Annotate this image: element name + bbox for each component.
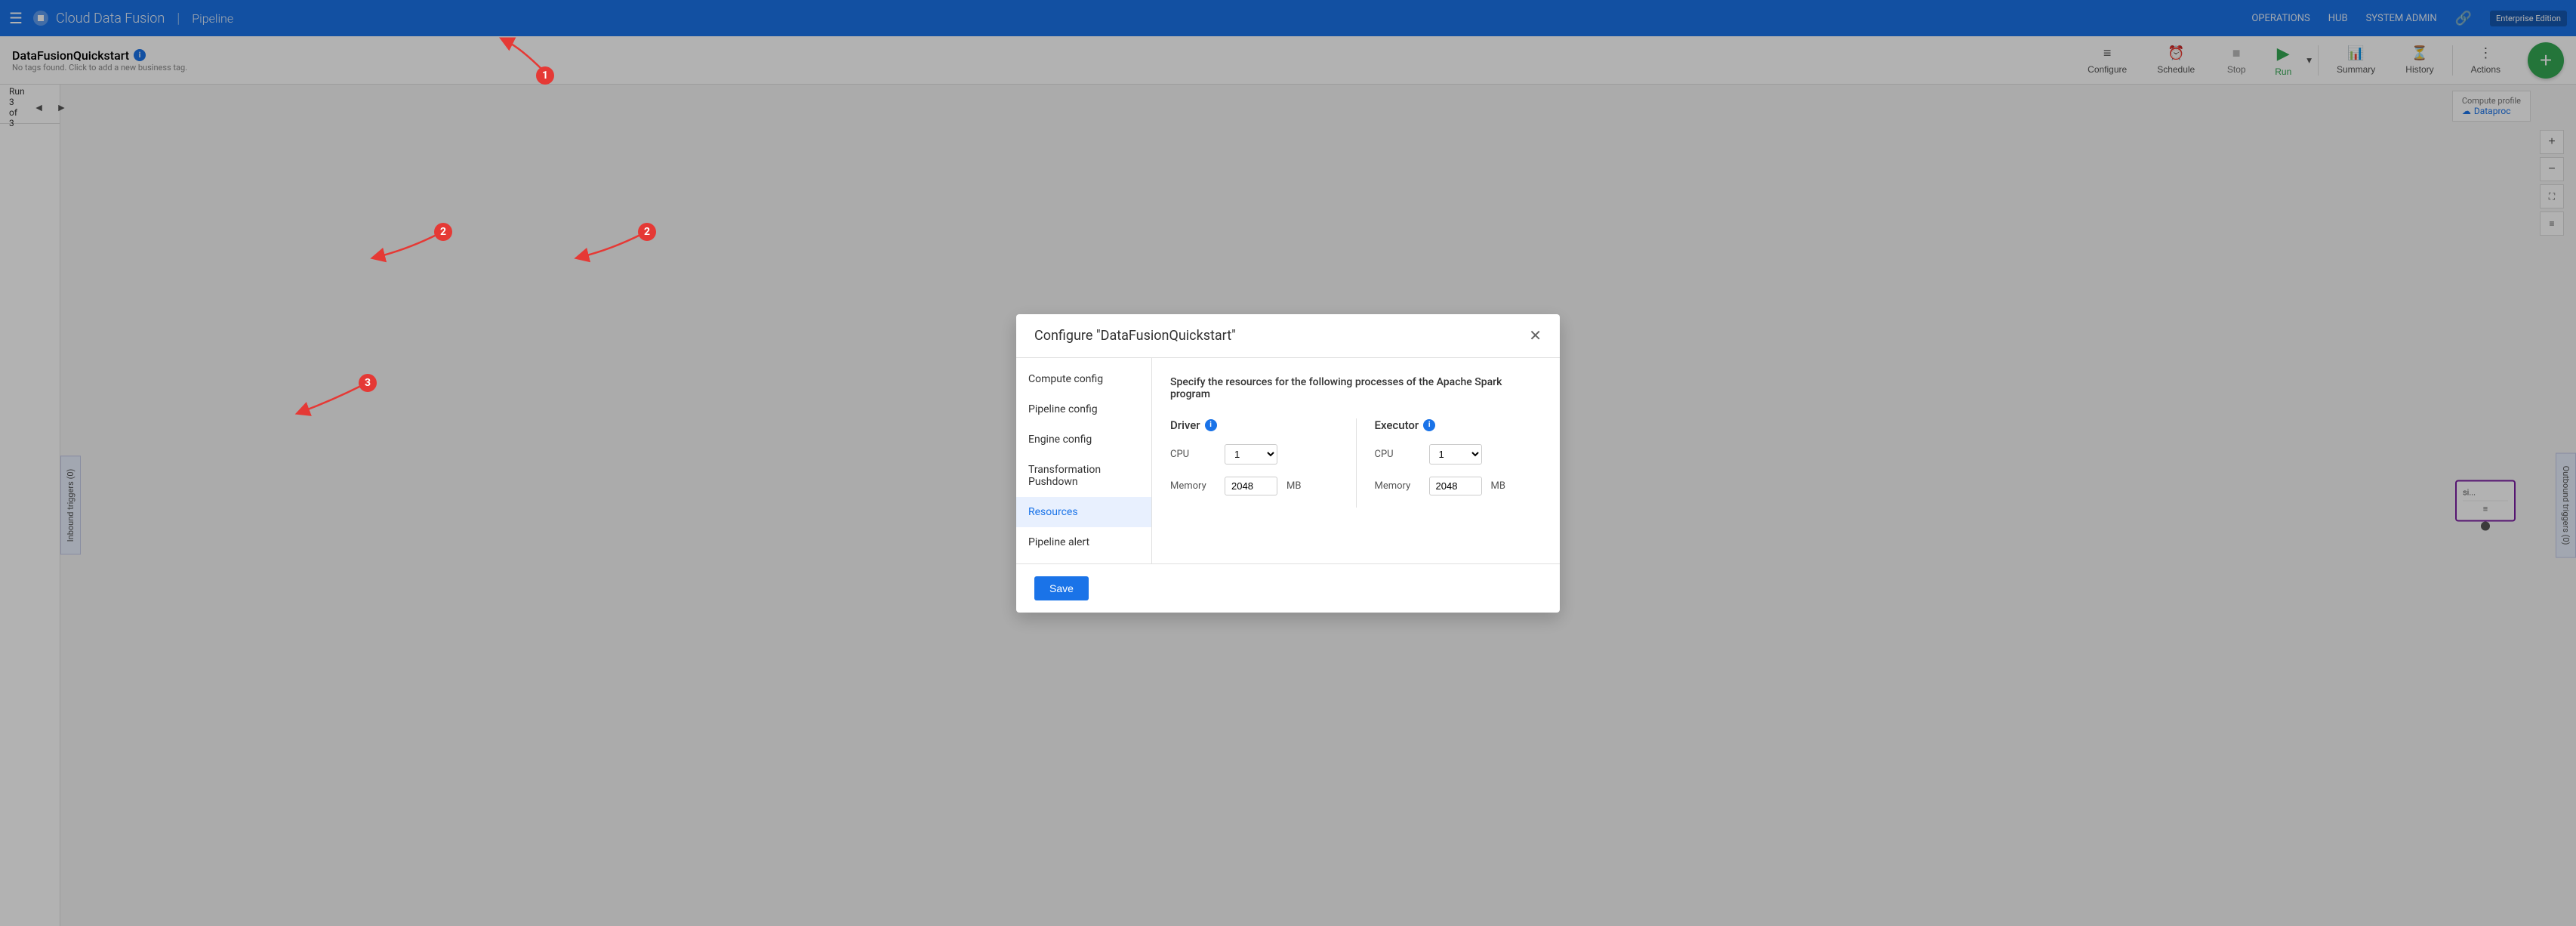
modal-footer: Save [1016, 563, 1560, 613]
annotation-2a: 2 [370, 227, 461, 275]
sidebar-item-pipeline-alert[interactable]: Pipeline alert [1016, 527, 1151, 557]
driver-cpu-select[interactable]: 1 2 4 8 [1225, 444, 1277, 465]
executor-memory-unit: MB [1491, 480, 1505, 492]
sidebar-item-transformation-pushdown[interactable]: Transformation Pushdown [1016, 455, 1151, 497]
modal-close-button[interactable]: ✕ [1529, 326, 1542, 345]
modal-content: Specify the resources for the following … [1152, 358, 1560, 563]
arrow-2a-svg [370, 227, 461, 272]
executor-cpu-label: CPU [1375, 449, 1420, 460]
driver-title: Driver i [1170, 418, 1338, 432]
annotation-2b: 2 [574, 227, 664, 275]
driver-info-icon[interactable]: i [1205, 419, 1217, 431]
driver-memory-unit: MB [1286, 480, 1301, 492]
sidebar-item-pipeline-config[interactable]: Pipeline config [1016, 394, 1151, 424]
executor-section: Executor i CPU 1 2 4 8 [1356, 418, 1542, 508]
driver-section: Driver i CPU 1 2 4 8 [1170, 418, 1356, 508]
save-button[interactable]: Save [1034, 576, 1089, 600]
sidebar-item-compute-config[interactable]: Compute config [1016, 364, 1151, 394]
executor-memory-row: Memory MB [1375, 477, 1542, 495]
arrow-2b-svg [574, 227, 664, 272]
arrow-1-svg [498, 33, 559, 79]
driver-cpu-label: CPU [1170, 449, 1216, 460]
annotation-number-2a: 2 [434, 223, 452, 241]
executor-cpu-row: CPU 1 2 4 8 [1375, 444, 1542, 465]
executor-memory-label: Memory [1375, 480, 1420, 492]
driver-cpu-row: CPU 1 2 4 8 [1170, 444, 1338, 465]
executor-cpu-select[interactable]: 1 2 4 8 [1429, 444, 1482, 465]
sidebar-item-engine-config[interactable]: Engine config [1016, 424, 1151, 455]
modal-header: Configure "DataFusionQuickstart" ✕ [1016, 314, 1560, 358]
arrow-3-svg [294, 378, 385, 423]
sidebar-item-resources[interactable]: Resources [1016, 497, 1151, 527]
resources-description: Specify the resources for the following … [1170, 376, 1542, 400]
configure-modal: Configure "DataFusionQuickstart" ✕ Compu… [1016, 314, 1560, 613]
executor-title: Executor i [1375, 418, 1542, 432]
annotation-number-2b: 2 [638, 223, 656, 241]
modal-body: Compute config Pipeline config Engine co… [1016, 358, 1560, 563]
driver-memory-input[interactable] [1225, 477, 1277, 495]
modal-title: Configure "DataFusionQuickstart" [1034, 328, 1236, 344]
resources-columns: Driver i CPU 1 2 4 8 [1170, 418, 1542, 508]
annotation-3: 3 [294, 378, 385, 426]
modal-sidebar: Compute config Pipeline config Engine co… [1016, 358, 1152, 563]
annotation-1: 1 [498, 33, 559, 82]
executor-memory-input[interactable] [1429, 477, 1482, 495]
driver-memory-label: Memory [1170, 480, 1216, 492]
annotation-number-1: 1 [536, 66, 554, 85]
driver-memory-row: Memory MB [1170, 477, 1338, 495]
modal-overlay[interactable]: Configure "DataFusionQuickstart" ✕ Compu… [0, 0, 2576, 926]
executor-info-icon[interactable]: i [1423, 419, 1435, 431]
annotation-number-3: 3 [359, 374, 377, 392]
